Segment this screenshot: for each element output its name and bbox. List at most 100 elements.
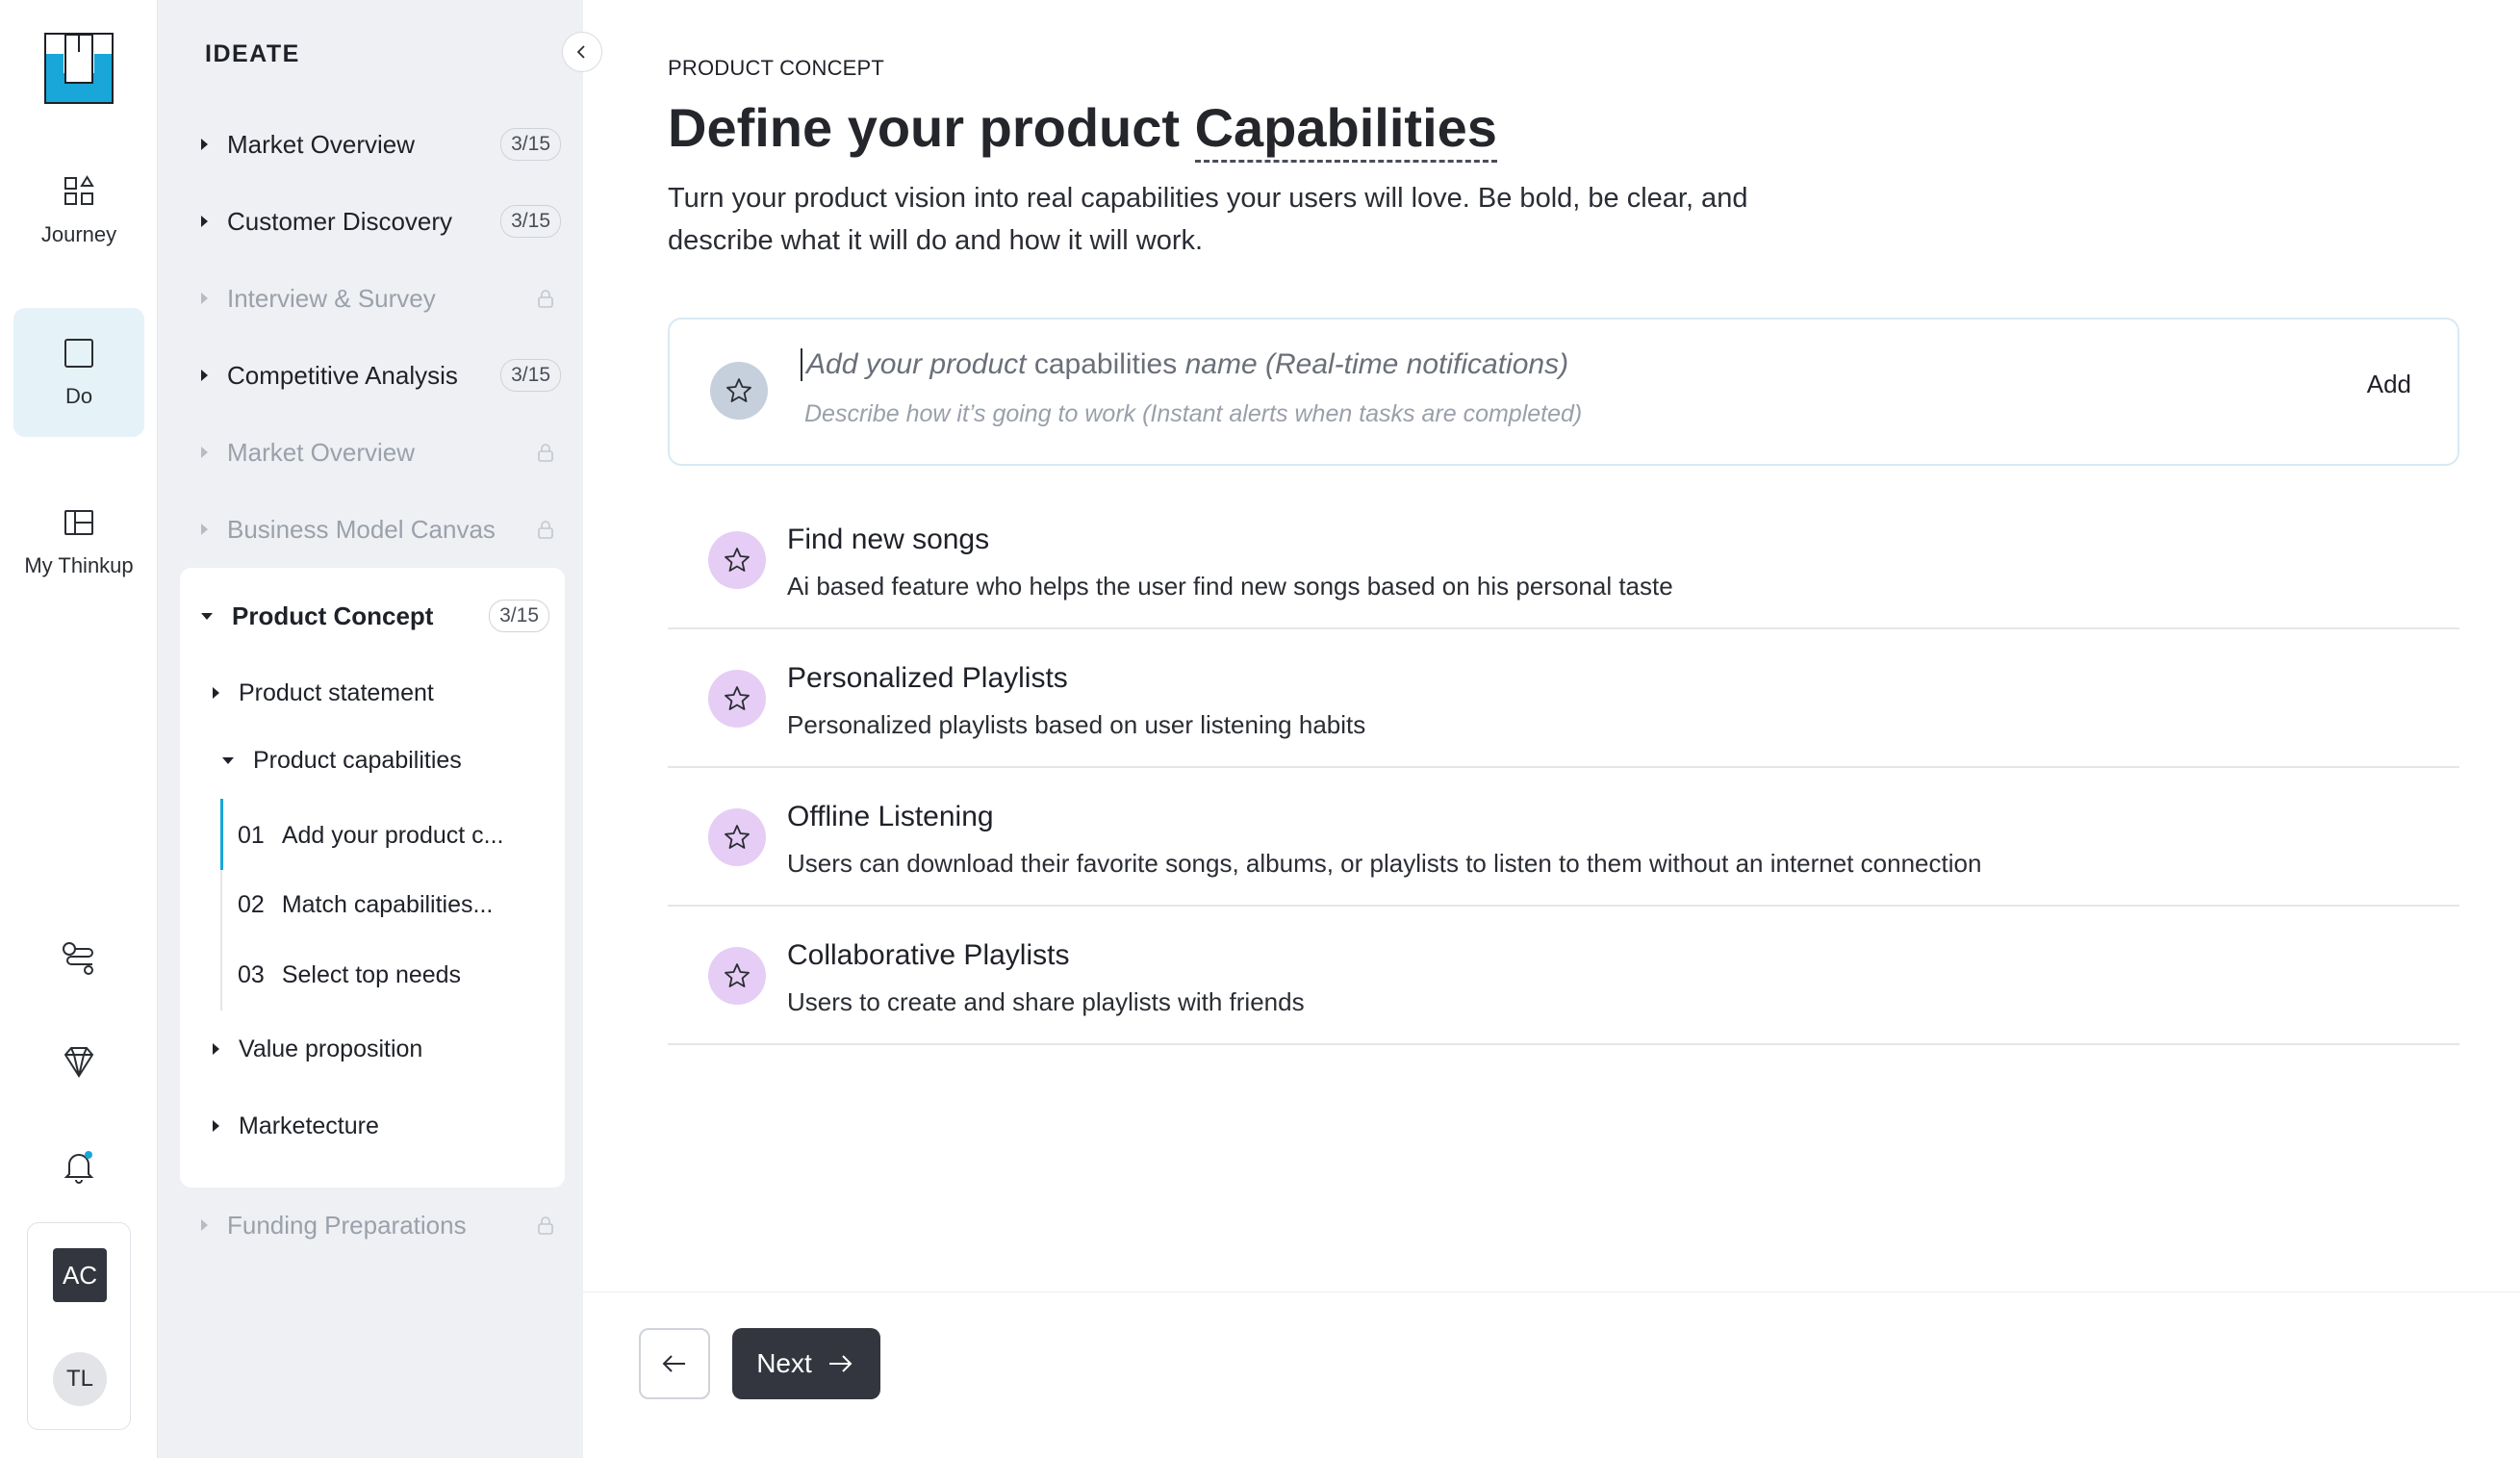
rail-item-journey[interactable]: Journey (13, 146, 144, 275)
account-switcher: AC TL (27, 1222, 131, 1430)
rail-label-my-thinkup: My Thinkup (24, 553, 134, 577)
sub-item-product-capabilities[interactable]: Product capabilities (213, 731, 549, 789)
star-icon (726, 378, 751, 402)
lock-icon (538, 444, 553, 462)
sidebar-item-label: Customer Discovery (227, 206, 453, 236)
star-icon (725, 548, 750, 572)
collapse-sidebar-button[interactable] (562, 32, 602, 72)
capability-row[interactable]: Offline Listening Users can download the… (668, 768, 2459, 907)
step-select-top-needs[interactable]: 03 Select top needs (238, 946, 546, 1004)
capability-description: Personalized playlists based on user lis… (787, 710, 1366, 739)
sidebar-item-label: Business Model Canvas (227, 514, 496, 544)
sidebar: IDEATE Market Overview 3/15 Customer Dis… (158, 0, 583, 1458)
bell-icon[interactable] (54, 1141, 104, 1191)
arrow-left-icon (662, 1355, 685, 1372)
sidebar-item-product-concept[interactable]: Product Concept 3/15 (191, 587, 557, 645)
chevron-right-icon (213, 1120, 219, 1132)
chevron-right-icon (201, 447, 208, 458)
sidebar-item-market-overview[interactable]: Market Overview 3/15 (191, 115, 569, 173)
capability-row[interactable]: Personalized Playlists Personalized play… (668, 629, 2459, 768)
star-icon (725, 963, 750, 987)
chevron-down-icon (222, 756, 234, 764)
capability-description: Users can download their favorite songs,… (787, 849, 1982, 878)
sidebar-item-customer-discovery[interactable]: Customer Discovery 3/15 (191, 192, 569, 250)
sidebar-title: IDEATE (205, 40, 300, 67)
workspace-avatar[interactable]: AC (53, 1248, 107, 1302)
sidebar-item-competitive-analysis[interactable]: Competitive Analysis 3/15 (191, 346, 569, 404)
page-title-highlight[interactable]: Capabilities (1194, 97, 1497, 163)
sidebar-item-funding-preparations: Funding Preparations (191, 1196, 569, 1254)
sidebar-item-label: Market Overview (227, 129, 416, 159)
user-avatar[interactable]: TL (53, 1352, 107, 1406)
star-badge (708, 531, 766, 589)
step-label: Select top needs (281, 960, 462, 988)
sidebar-item-interview-survey: Interview & Survey (191, 269, 569, 327)
lock-icon (538, 521, 553, 539)
next-button-label: Next (756, 1348, 812, 1378)
diamond-icon[interactable] (54, 1037, 104, 1087)
name-placeholder-part: Add your product (806, 348, 1027, 380)
sidebar-item-market-overview-locked: Market Overview (191, 423, 569, 481)
capability-row[interactable]: Find new songs Ai based feature who help… (668, 491, 2459, 629)
capability-description: Ai based feature who helps the user find… (787, 572, 1673, 601)
rail-item-my-thinkup[interactable]: My Thinkup (13, 477, 144, 606)
star-badge (708, 947, 766, 1005)
step-match-capabilities[interactable]: 02 Match capabilities... (238, 876, 546, 934)
step-label: Add your product c... (281, 821, 504, 849)
sub-item-label: Product capabilities (253, 746, 462, 774)
arrow-right-icon (828, 1355, 853, 1372)
active-step-indicator (220, 799, 223, 870)
sidebar-item-label: Funding Preparations (227, 1210, 467, 1240)
capability-description-input[interactable]: Describe how it’s going to work (Instant… (804, 400, 1582, 428)
flow-icon[interactable] (54, 934, 104, 984)
sidebar-item-label: Market Overview (227, 437, 416, 467)
steps-track (220, 799, 223, 1010)
capability-list: Find new songs Ai based feature who help… (668, 491, 2459, 1045)
app-logo[interactable] (44, 33, 114, 104)
rail-item-do[interactable]: Do (13, 308, 144, 437)
rail-label-journey: Journey (40, 222, 117, 246)
step-number: 01 (238, 821, 265, 849)
chevron-right-icon (213, 1043, 219, 1055)
step-label: Match capabilities... (281, 890, 494, 918)
product-concept-section: Product Concept 3/15 Product statement P… (180, 568, 565, 1188)
page-intro: Turn your product vision into real capab… (668, 183, 1748, 256)
progress-badge: 3/15 (500, 359, 561, 392)
add-capability-button[interactable]: Add (2367, 370, 2411, 399)
chevron-right-icon (201, 370, 208, 381)
rail-label-do: Do (64, 384, 93, 408)
capability-title: Personalized Playlists (787, 662, 1068, 694)
back-button[interactable] (639, 1328, 710, 1399)
section-eyebrow: PRODUCT CONCEPT (668, 56, 885, 80)
footer-bar: Next (583, 1292, 2520, 1458)
chevron-right-icon (201, 524, 208, 535)
capability-name-input[interactable]: Add your product capabilities name (Real… (801, 348, 1568, 381)
chevron-right-icon (201, 1219, 208, 1231)
layout-icon (64, 510, 93, 535)
sub-item-value-proposition[interactable]: Value proposition (213, 1020, 549, 1078)
progress-badge: 3/15 (500, 128, 561, 161)
step-add-capability[interactable]: 01 Add your product c... (238, 806, 546, 864)
chevron-right-icon (201, 216, 208, 227)
sub-item-product-statement[interactable]: Product statement (213, 664, 549, 722)
capability-title: Find new songs (787, 524, 990, 555)
sub-item-label: Marketecture (239, 1112, 379, 1139)
progress-badge: 3/15 (489, 600, 549, 632)
page-title: Define your product Capabilities (668, 96, 1497, 163)
chevron-right-icon (201, 293, 208, 304)
star-badge (708, 808, 766, 866)
capability-title: Collaborative Playlists (787, 939, 1070, 971)
sub-item-marketecture[interactable]: Marketecture (213, 1097, 549, 1155)
capability-row[interactable]: Collaborative Playlists Users to create … (668, 907, 2459, 1045)
step-number: 02 (238, 890, 265, 918)
chevron-right-icon (201, 139, 208, 150)
chevron-left-icon (576, 45, 585, 59)
grid-shapes-icon (64, 175, 94, 205)
star-icon (725, 825, 750, 849)
sidebar-item-label: Product Concept (232, 601, 434, 630)
chevron-right-icon (213, 687, 219, 699)
sidebar-item-label: Interview & Survey (227, 283, 436, 313)
star-icon (725, 686, 750, 710)
progress-badge: 3/15 (500, 205, 561, 238)
next-button[interactable]: Next (732, 1328, 880, 1399)
